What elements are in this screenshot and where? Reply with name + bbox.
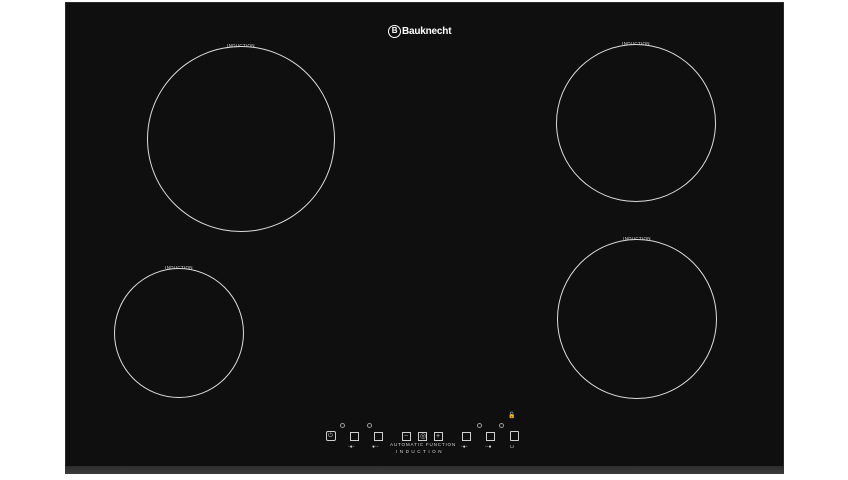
hob-front-edge bbox=[65, 466, 784, 474]
pot-icon: ⊔ bbox=[510, 444, 514, 450]
zone-front-right[interactable] bbox=[557, 239, 717, 399]
indicator-light-3 bbox=[477, 423, 482, 428]
zone-select-button-2[interactable] bbox=[374, 432, 383, 441]
zone-rear-left[interactable] bbox=[147, 46, 335, 232]
lock-icon: 🔓 bbox=[508, 413, 516, 419]
zone-select-button-1[interactable] bbox=[350, 432, 359, 441]
indicator-light-2 bbox=[367, 423, 372, 428]
zone-rear-left-label: INDUCTION bbox=[227, 43, 255, 48]
minus-button[interactable]: − bbox=[402, 432, 411, 441]
timer-button[interactable]: ◎ bbox=[418, 432, 427, 441]
zone-map-icon-4: ◦◦● bbox=[485, 444, 492, 450]
timer-icon: ◎ bbox=[420, 433, 427, 440]
brand-name: Bauknecht bbox=[402, 26, 452, 37]
induction-control-label: INDUCTION bbox=[396, 449, 445, 454]
zone-map-icon-1: ◦●◦ bbox=[348, 444, 355, 450]
brand-badge-icon: B bbox=[388, 24, 401, 38]
zone-front-right-label: INDUCTION bbox=[623, 236, 651, 241]
power-button[interactable]: ⏻ bbox=[326, 431, 336, 441]
zone-select-button-3[interactable] bbox=[462, 432, 471, 441]
zone-map-icon-2: ●◦◦ bbox=[372, 444, 379, 450]
zone-front-left[interactable] bbox=[114, 268, 244, 398]
brand-logo: B Bauknecht bbox=[388, 24, 458, 40]
zone-select-button-4[interactable] bbox=[486, 432, 495, 441]
pot-detect-button[interactable] bbox=[510, 431, 519, 441]
indicator-light-1 bbox=[340, 423, 345, 428]
zone-rear-right-label: INDUCTION bbox=[622, 41, 650, 46]
indicator-light-4 bbox=[499, 423, 504, 428]
zone-map-icon-3: ◦●◦ bbox=[461, 444, 468, 450]
power-icon: ⏻ bbox=[328, 433, 333, 439]
zone-front-left-label: INDUCTION bbox=[165, 265, 193, 270]
plus-button[interactable]: + bbox=[434, 432, 443, 441]
automatic-function-label: AUTOMATIC FUNCTION bbox=[390, 442, 457, 447]
zone-rear-right[interactable] bbox=[556, 44, 716, 202]
plus-icon: + bbox=[436, 433, 441, 440]
minus-icon: − bbox=[404, 433, 409, 440]
